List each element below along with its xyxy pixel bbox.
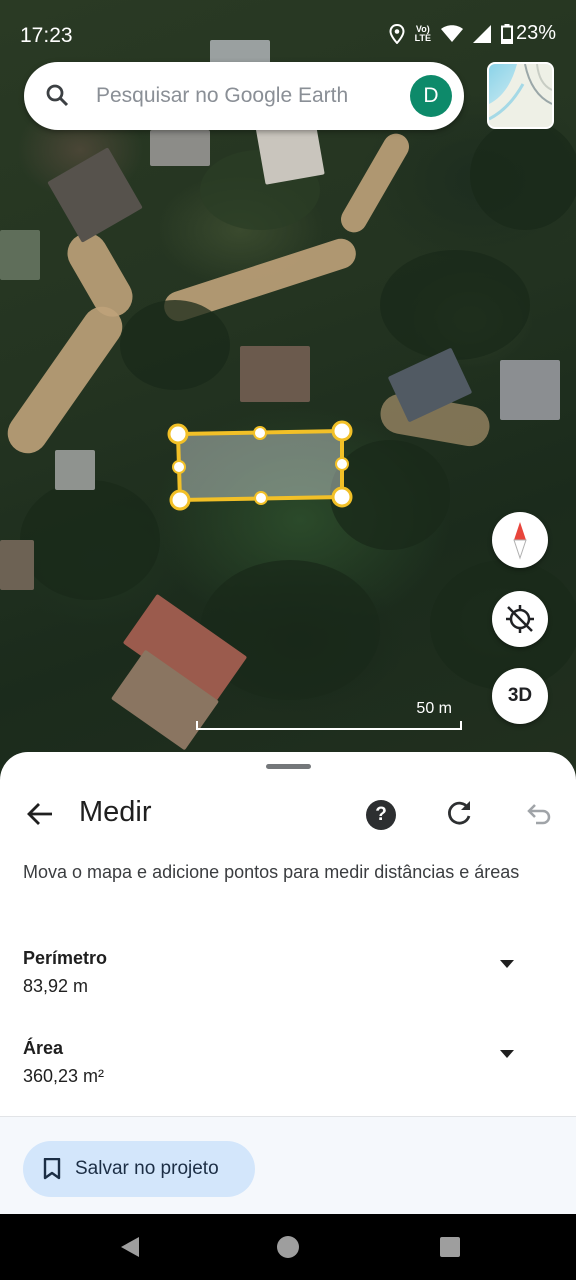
redo-icon[interactable] [444, 799, 474, 829]
scale-bar [196, 721, 462, 730]
signal-icon [472, 24, 491, 43]
vertex-handle[interactable] [331, 486, 353, 508]
nav-recents-button[interactable] [430, 1214, 470, 1280]
midpoint-handle[interactable] [335, 457, 349, 471]
avatar[interactable]: D [410, 75, 452, 117]
back-triangle-icon [121, 1237, 139, 1257]
scale-label: 50 m [416, 700, 452, 717]
save-to-project-button[interactable]: Salvar no projeto [23, 1141, 255, 1197]
measure-instructions: Mova o mapa e adicione pontos para medir… [23, 862, 520, 882]
midpoint-handle[interactable] [254, 491, 268, 505]
home-circle-icon [277, 1236, 299, 1258]
chevron-down-icon[interactable] [500, 1050, 514, 1058]
save-button-label: Salvar no projeto [75, 1158, 219, 1179]
search-icon [46, 84, 69, 107]
battery-percent: 23% [515, 22, 556, 44]
map-scale: 50 m [196, 700, 462, 730]
location-off-icon [506, 605, 534, 633]
nav-back-button[interactable] [110, 1214, 150, 1280]
search-input[interactable]: Pesquisar no Google Earth [96, 84, 410, 108]
area-label: Área [23, 1038, 64, 1058]
perimeter-value: 83,92 m [23, 976, 89, 996]
my-location-button[interactable] [492, 591, 548, 647]
perimeter-row[interactable]: Perímetro 83,92 m [0, 948, 576, 1018]
sheet-footer: Salvar no projeto [0, 1117, 576, 1214]
recents-square-icon [440, 1237, 460, 1257]
compass-icon [513, 522, 527, 560]
vertex-handle[interactable] [169, 489, 191, 511]
nav-home-button[interactable] [268, 1214, 308, 1280]
map-layers-button[interactable] [487, 62, 554, 129]
system-navigation-bar [0, 1214, 576, 1280]
clock: 17:23 [20, 24, 73, 47]
area-value: 360,23 m² [23, 1066, 105, 1086]
area-row[interactable]: Área 360,23 m² [0, 1038, 576, 1108]
compass-button[interactable] [492, 512, 548, 568]
status-bar: 17:23 Vo) LTE 23% [0, 0, 576, 62]
chevron-down-icon[interactable] [500, 960, 514, 968]
layers-icon [489, 64, 552, 127]
battery-icon [500, 23, 513, 44]
sheet-drag-handle[interactable] [266, 764, 311, 769]
measure-sheet: Medir ? Mova o mapa e adicione pontos pa… [0, 752, 576, 1214]
vertex-handle[interactable] [167, 423, 189, 445]
search-bar[interactable]: Pesquisar no Google Earth D [24, 62, 464, 130]
wifi-icon [440, 24, 463, 42]
bookmark-icon [43, 1158, 61, 1180]
sheet-title: Medir [79, 796, 152, 828]
volte-indicator: Vo) LTE [414, 23, 431, 43]
vertex-handle[interactable] [331, 420, 353, 442]
battery-indicator: 23% [500, 22, 556, 45]
perimeter-label: Perímetro [23, 948, 108, 968]
arrow-back-icon[interactable] [24, 798, 56, 830]
midpoint-handle[interactable] [253, 426, 267, 440]
undo-icon[interactable] [524, 799, 554, 829]
location-pin-icon [389, 23, 405, 44]
midpoint-handle[interactable] [172, 460, 186, 474]
3d-toggle-button[interactable]: 3D [492, 668, 548, 724]
help-icon[interactable]: ? [366, 800, 396, 830]
